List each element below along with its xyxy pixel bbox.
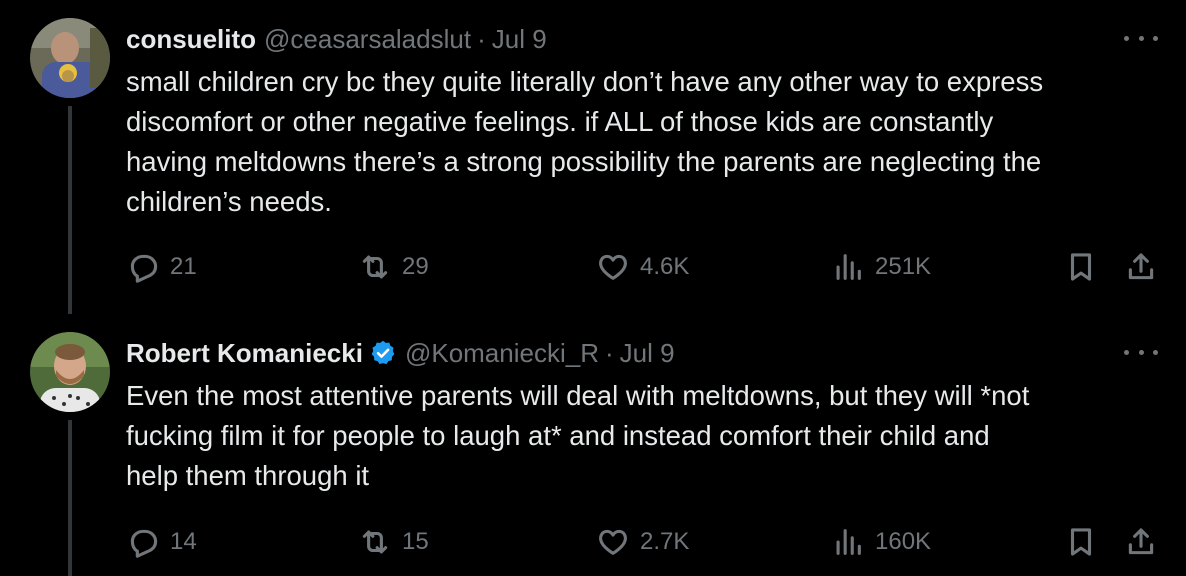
reply-button[interactable]: 14 xyxy=(126,524,197,560)
view-count: 160K xyxy=(875,528,932,555)
views-button[interactable]: 160K xyxy=(831,524,931,560)
bookmark-icon xyxy=(1070,253,1092,281)
timestamp[interactable]: Jul 9 xyxy=(492,22,547,56)
reply-count: 14 xyxy=(170,528,197,555)
tweet-text: small children cry bc they quite literal… xyxy=(126,66,1044,217)
like-button[interactable]: 2.7K xyxy=(596,524,689,560)
reply-button[interactable]: 21 xyxy=(126,249,197,285)
tweet[interactable]: consuelito @ceasarsaladslut · Jul 9 smal… xyxy=(0,0,1186,314)
handle[interactable]: @ceasarsaladslut xyxy=(264,22,471,56)
timestamp[interactable]: Jul 9 xyxy=(620,336,675,370)
views-icon xyxy=(836,529,861,555)
more-icon[interactable] xyxy=(1124,24,1158,52)
like-count: 4.6K xyxy=(640,253,690,280)
view-count: 251K xyxy=(875,253,932,280)
share-button[interactable] xyxy=(1124,249,1158,285)
separator: · xyxy=(604,338,614,368)
tweet[interactable]: Robert Komaniecki @Komaniecki_R · Jul 9 … xyxy=(0,314,1186,576)
like-button[interactable]: 4.6K xyxy=(596,249,689,285)
share-button[interactable] xyxy=(1124,524,1158,560)
avatar[interactable] xyxy=(30,18,110,98)
verified-icon[interactable] xyxy=(369,339,397,367)
repost-count: 15 xyxy=(402,528,429,555)
handle[interactable]: @Komaniecki_R xyxy=(405,336,599,370)
tweet-header: Robert Komaniecki @Komaniecki_R · Jul 9 xyxy=(126,336,675,370)
repost-count: 29 xyxy=(402,253,429,280)
views-button[interactable]: 251K xyxy=(831,249,931,285)
thread: consuelito @ceasarsaladslut · Jul 9 smal… xyxy=(0,0,1186,576)
share-icon xyxy=(1128,253,1154,280)
bookmark-icon xyxy=(1070,528,1092,556)
tweet-header: consuelito @ceasarsaladslut · Jul 9 xyxy=(126,22,547,56)
bookmark-button[interactable] xyxy=(1064,249,1098,285)
separator: · xyxy=(477,24,486,54)
like-icon xyxy=(599,529,627,555)
action-bar: 21 29 4.6K 251K xyxy=(126,249,1158,285)
more-icon[interactable] xyxy=(1124,338,1158,366)
repost-icon xyxy=(362,255,388,279)
views-icon xyxy=(836,254,861,280)
reply-count: 21 xyxy=(170,253,197,280)
reply-icon xyxy=(130,529,158,558)
tweet-text: Even the most attentive parents will dea… xyxy=(126,380,1030,491)
like-icon xyxy=(599,254,627,280)
repost-icon xyxy=(362,530,388,554)
bookmark-button[interactable] xyxy=(1064,524,1098,560)
reply-icon xyxy=(130,254,158,283)
display-name[interactable]: Robert Komaniecki xyxy=(126,336,363,370)
avatar[interactable] xyxy=(30,332,110,412)
share-icon xyxy=(1128,528,1154,555)
display-name[interactable]: consuelito xyxy=(126,22,256,56)
action-bar: 14 15 2.7K 160K xyxy=(126,524,1158,560)
like-count: 2.7K xyxy=(640,528,690,555)
thread-line xyxy=(68,106,72,314)
thread-line xyxy=(68,420,72,576)
repost-button[interactable]: 15 xyxy=(358,524,429,560)
repost-button[interactable]: 29 xyxy=(358,249,429,285)
